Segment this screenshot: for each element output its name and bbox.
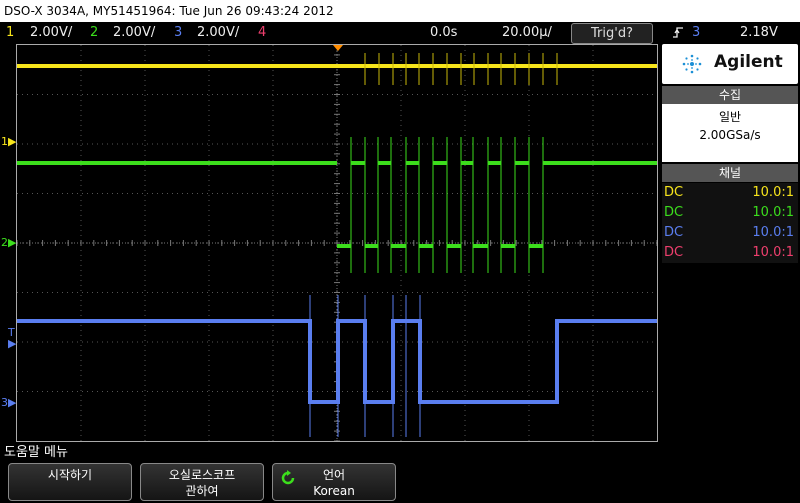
channel-row-3[interactable]: DC 10.0:1 xyxy=(662,223,798,243)
ch3-coupling: DC xyxy=(664,225,684,240)
ch2-coupling: DC xyxy=(664,205,684,220)
ch3-trace xyxy=(17,319,657,404)
ch2-scale[interactable]: 2.00V/ xyxy=(113,22,155,44)
ch1-ground-marker[interactable]: 1▶ xyxy=(1,135,16,148)
title-bar: DSO-X 3034A, MY51451964: Tue Jun 26 09:4… xyxy=(0,0,800,22)
ch3-scale[interactable]: 2.00V/ xyxy=(197,22,239,44)
ch4-number[interactable]: 4 xyxy=(258,22,266,44)
ch2-probe: 10.0:1 xyxy=(752,205,794,220)
ch3-probe: 10.0:1 xyxy=(752,225,794,240)
softkey-language[interactable]: 언어 Korean xyxy=(272,463,396,501)
title-text: DSO-X 3034A, MY51451964: Tue Jun 26 09:4… xyxy=(4,4,334,18)
trigger-level[interactable]: 2.18V xyxy=(740,22,778,44)
softkey-2-sublabel: 관하여 xyxy=(185,484,219,498)
side-panel: Agilent 수집 일반 2.00GSa/s 채널 DC 10.0:1 DC … xyxy=(660,44,800,442)
agilent-spark-icon xyxy=(680,52,704,80)
acquire-mode: 일반 xyxy=(718,110,742,124)
acquire-header[interactable]: 수집 xyxy=(662,86,798,104)
ch2-number[interactable]: 2 xyxy=(90,22,98,44)
sample-rate: 2.00GSa/s xyxy=(699,128,761,142)
brand-logo: Agilent xyxy=(662,44,798,84)
ch3-edge-spikes xyxy=(309,295,421,437)
channel-row-4[interactable]: DC 10.0:1 xyxy=(662,243,798,263)
softkey-getting-started[interactable]: 시작하기 xyxy=(8,463,132,501)
ch2-ground-marker[interactable]: 2▶ xyxy=(1,236,16,249)
cycle-arrow-icon xyxy=(279,469,297,490)
brand-name: Agilent xyxy=(714,52,783,72)
ch4-coupling: DC xyxy=(664,245,684,260)
ch1-noise-spikes xyxy=(364,53,558,85)
softkey-about-oscilloscope[interactable]: 오실로스코프 관하여 xyxy=(140,463,264,501)
ch1-number[interactable]: 1 xyxy=(6,22,14,44)
ch3-number[interactable]: 3 xyxy=(174,22,182,44)
trigger-status-button[interactable]: Trig'd? xyxy=(571,23,653,44)
softkey-1-label: 시작하기 xyxy=(47,468,93,482)
menu-title: 도움말 메뉴 xyxy=(4,445,68,460)
ch1-scale[interactable]: 2.00V/ xyxy=(30,22,72,44)
timebase-value[interactable]: 20.00µ/ xyxy=(502,22,552,44)
trigger-source[interactable]: 3 xyxy=(692,22,700,44)
delay-value[interactable]: 0.0s xyxy=(430,22,457,44)
channel-row-1[interactable]: DC 10.0:1 xyxy=(662,183,798,203)
ch2-edge-spikes xyxy=(350,137,544,273)
channel-row-2[interactable]: DC 10.0:1 xyxy=(662,203,798,223)
waveform-display[interactable] xyxy=(16,44,658,442)
ch3-ground-marker[interactable]: 3▶ xyxy=(1,396,16,409)
waveform-canvas xyxy=(17,45,657,441)
trigger-position-marker xyxy=(333,45,343,51)
softkey-2-label: 오실로스코프 xyxy=(168,468,236,482)
ch4-probe: 10.0:1 xyxy=(752,245,794,260)
ch1-probe: 10.0:1 xyxy=(752,185,794,200)
ch1-coupling: DC xyxy=(664,185,684,200)
channels-header[interactable]: 채널 xyxy=(662,164,798,182)
status-bar: 1 2.00V/ 2 2.00V/ 3 2.00V/ 4 0.0s 20.00µ… xyxy=(0,22,800,44)
acquire-body[interactable]: 일반 2.00GSa/s xyxy=(662,104,798,162)
